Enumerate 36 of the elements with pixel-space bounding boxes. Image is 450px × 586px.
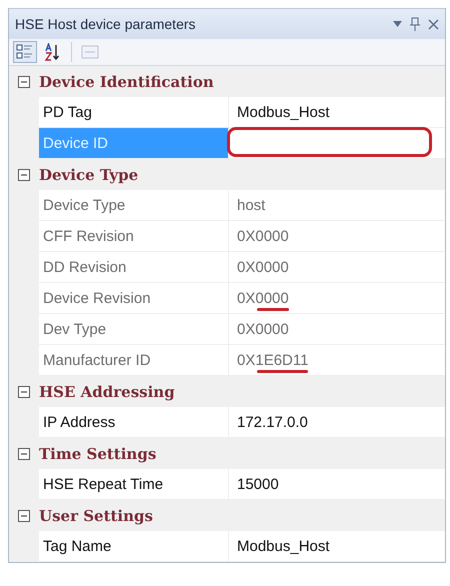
sort-az-icon xyxy=(44,43,62,61)
collapse-toggle[interactable] xyxy=(18,168,30,180)
panel-title: HSE Host device parameters xyxy=(15,16,197,32)
collapse-toggle[interactable] xyxy=(18,510,30,522)
property-value[interactable]: 0X0000 xyxy=(229,314,445,345)
property-name[interactable]: HSE Repeat Time xyxy=(39,469,229,500)
property-value[interactable]: 0X0000 xyxy=(229,252,445,283)
category-header: Time Settings xyxy=(39,444,156,462)
property-name[interactable]: Tag Name xyxy=(39,531,229,562)
category-header: Device Identification xyxy=(39,72,214,90)
categorized-icon xyxy=(16,44,34,60)
collapse-toggle[interactable] xyxy=(18,448,30,460)
property-name[interactable]: DD Revision xyxy=(39,252,229,283)
collapse-toggle[interactable] xyxy=(18,386,30,398)
property-name[interactable]: IP Address xyxy=(39,407,229,438)
category-header: Device Type xyxy=(39,166,138,184)
pin-icon[interactable] xyxy=(410,17,420,31)
property-name[interactable]: Device Revision xyxy=(39,283,229,314)
property-value[interactable]: 0X0000 xyxy=(229,221,445,252)
property-name[interactable]: PD Tag xyxy=(39,97,229,128)
close-icon[interactable] xyxy=(428,18,439,30)
property-name[interactable]: Device ID xyxy=(39,128,229,159)
category-header: HSE Addressing xyxy=(39,382,175,400)
property-pages-icon xyxy=(81,44,99,60)
property-name[interactable]: CFF Revision xyxy=(39,221,229,252)
collapse-toggle[interactable] xyxy=(18,76,30,88)
category-header: User Settings xyxy=(39,506,153,524)
property-value[interactable]: Modbus_Host xyxy=(229,97,445,128)
property-name[interactable]: Manufacturer ID xyxy=(39,345,229,376)
dropdown-icon[interactable] xyxy=(393,21,402,27)
property-value[interactable]: Modbus_Host xyxy=(229,531,445,562)
property-name[interactable]: Dev Type xyxy=(39,314,229,345)
property-name[interactable]: Device Type xyxy=(39,190,229,221)
property-value[interactable]: host xyxy=(229,190,445,221)
property-value[interactable]: 0X0000 xyxy=(229,283,445,314)
categorized-button[interactable] xyxy=(13,41,37,63)
